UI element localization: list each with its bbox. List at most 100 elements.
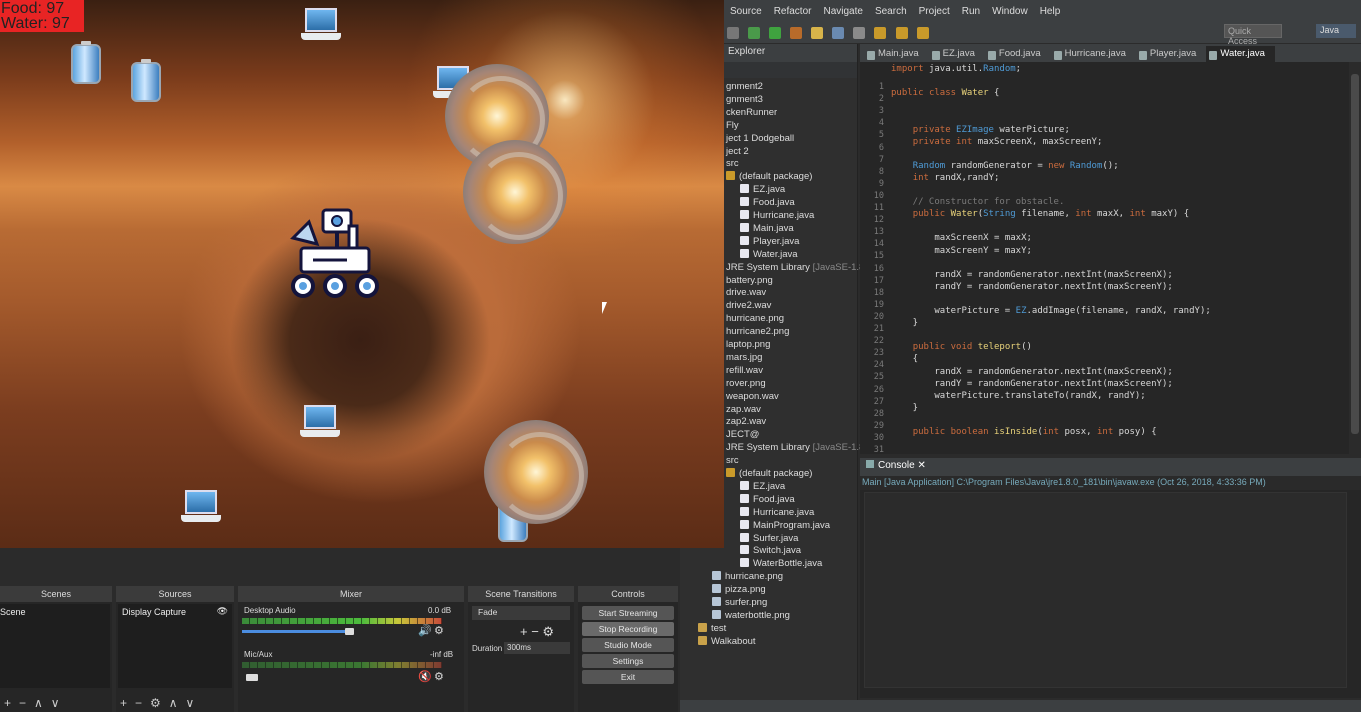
scrollbar-thumb[interactable] (1351, 74, 1359, 434)
menu-item-refactor[interactable]: Refactor (774, 6, 812, 17)
code-line[interactable]: public void teleport() (891, 342, 1032, 352)
tree-item[interactable]: surfer.png (712, 596, 767, 609)
eye-icon[interactable]: 👁 (217, 606, 228, 617)
tree-item[interactable]: hurricane2.png (726, 325, 789, 338)
code-line[interactable]: waterPicture.translateTo(randX, randY); (891, 391, 1145, 401)
tree-item[interactable]: hurricane.png (712, 570, 783, 583)
tree-item[interactable]: rover.png (726, 377, 766, 390)
tree-item[interactable]: drive.wav (726, 286, 766, 299)
debug-icon[interactable] (748, 27, 761, 39)
duration-input[interactable]: 300ms (504, 642, 570, 654)
tree-item[interactable]: Hurricane.java (740, 506, 814, 519)
back-arrow-icon[interactable] (895, 27, 908, 39)
tree-item[interactable]: refill.wav (726, 364, 763, 377)
code-line[interactable]: private int maxScreenX, maxScreenY; (891, 137, 1103, 147)
console-output[interactable] (864, 492, 1347, 688)
menu-item-project[interactable]: Project (919, 6, 950, 17)
desktop-audio-fader-knob[interactable] (344, 628, 354, 635)
code-line[interactable]: waterPicture = EZ.addImage(filename, ran… (891, 306, 1210, 316)
tree-item[interactable]: JRE System Library [JavaSE-1.8] (726, 261, 867, 274)
tree-item[interactable]: Food.java (740, 196, 795, 209)
open-type-icon[interactable] (811, 27, 824, 39)
tree-item[interactable]: gnment2 (726, 80, 763, 93)
tree-item[interactable]: zap2.wav (726, 415, 766, 428)
code-line[interactable]: Random randomGenerator = new Random(); (891, 161, 1119, 171)
tree-item[interactable]: drive2.wav (726, 299, 771, 312)
source-item[interactable]: Display Capture 👁 (118, 604, 232, 620)
tree-item[interactable]: Main.java (740, 222, 794, 235)
editor-scrollbar[interactable] (1349, 62, 1361, 454)
tree-item[interactable]: Water.java (740, 248, 798, 261)
game-window[interactable]: Food: 97 Water: 97 (0, 0, 724, 548)
tree-item[interactable]: Player.java (740, 235, 799, 248)
tab-food-java[interactable]: Food.java (985, 46, 1051, 62)
menu-item-search[interactable]: Search (875, 6, 907, 17)
tree-item[interactable]: Surfer.java (740, 532, 798, 545)
toggle-icon[interactable] (853, 27, 866, 39)
settings-button[interactable]: Settings (582, 654, 674, 668)
code-line[interactable]: // Constructor for obstacle. (891, 197, 1065, 207)
tree-item[interactable]: ckenRunner (726, 106, 777, 119)
tree-item[interactable]: hurricane.png (726, 312, 784, 325)
tree-item[interactable]: Food.java (740, 493, 795, 506)
code-line[interactable]: } (891, 318, 918, 328)
code-line[interactable]: public class Water { (891, 88, 999, 98)
scene-item[interactable]: Scene (0, 604, 110, 620)
code-line[interactable]: private EZImage waterPicture; (891, 125, 1070, 135)
tree-item[interactable]: pizza.png (712, 583, 766, 596)
code-line[interactable]: public boolean isInside(int posx, int po… (891, 427, 1157, 437)
code-line[interactable]: public Water(String filename, int maxX, … (891, 209, 1189, 219)
run-icon[interactable] (769, 27, 782, 39)
tab-player-java[interactable]: Player.java (1136, 46, 1206, 62)
menu-item-run[interactable]: Run (962, 6, 980, 17)
start-streaming-button[interactable]: Start Streaming (582, 606, 674, 620)
annotation-icon[interactable] (874, 27, 887, 39)
tree-item[interactable]: EZ.java (740, 480, 785, 493)
code-line[interactable]: maxScreenX = maxX; (891, 233, 1032, 243)
tree-item[interactable]: zap.wav (726, 403, 761, 416)
desktop-audio-fader[interactable] (242, 630, 345, 633)
quick-access-field[interactable]: Quick Access (1224, 24, 1282, 46)
studio-mode-button[interactable]: Studio Mode (582, 638, 674, 652)
tree-item[interactable]: ject 1 Dodgeball (726, 132, 794, 145)
tree-item[interactable]: src (726, 454, 739, 467)
tree-item[interactable]: WaterBottle.java (740, 557, 822, 570)
code-line[interactable]: randY = randomGenerator.nextInt(maxScree… (891, 282, 1172, 292)
save-icon[interactable] (727, 27, 739, 39)
java-perspective-button[interactable]: Java (1316, 24, 1356, 38)
tab-hurricane-java[interactable]: Hurricane.java (1051, 46, 1136, 62)
menu-item-help[interactable]: Help (1040, 6, 1061, 17)
tree-item[interactable]: EZ.java (740, 183, 785, 196)
tree-item[interactable]: JECT@ (726, 428, 759, 441)
code-line[interactable]: { (891, 354, 918, 364)
console-tab[interactable]: Console ✕ (860, 458, 1361, 476)
new-class-icon[interactable] (790, 27, 803, 39)
transition-actions[interactable]: + − ⚙ (520, 624, 554, 640)
code-line[interactable]: } (891, 403, 918, 413)
tab-water-java[interactable]: Water.java (1206, 46, 1275, 62)
tree-item[interactable]: Walkabout (698, 635, 756, 648)
search-icon[interactable] (832, 27, 845, 39)
tree-item[interactable]: battery.png (726, 274, 773, 287)
transition-select[interactable]: Fade (472, 606, 570, 620)
tree-item[interactable]: gnment3 (726, 93, 763, 106)
gear-icon[interactable]: ⚙ (434, 670, 444, 683)
close-icon[interactable]: ✕ (917, 460, 925, 471)
tree-item[interactable]: ject 2 (726, 145, 749, 158)
tree-item[interactable]: (default package) (726, 467, 812, 480)
gear-icon[interactable]: ⚙ (434, 624, 444, 637)
code-line[interactable]: randX = randomGenerator.nextInt(maxScree… (891, 367, 1172, 377)
code-line[interactable]: randY = randomGenerator.nextInt(maxScree… (891, 379, 1172, 389)
muted-speaker-icon[interactable]: 🔇 (418, 670, 432, 683)
tree-item[interactable]: waterbottle.png (712, 609, 790, 622)
tree-item[interactable]: MainProgram.java (740, 519, 830, 532)
mic-aux-fader-knob[interactable] (246, 674, 258, 681)
code-line[interactable]: maxScreenY = maxY; (891, 246, 1032, 256)
tree-item[interactable]: mars.jpg (726, 351, 762, 364)
speaker-icon[interactable]: 🔊 (418, 624, 432, 637)
tree-item[interactable]: laptop.png (726, 338, 770, 351)
tree-item[interactable]: Switch.java (740, 544, 801, 557)
scene-actions[interactable]: +−∧∨ (4, 696, 68, 710)
tree-item[interactable]: Fly (726, 119, 739, 132)
tab-main-java[interactable]: Main.java (864, 46, 929, 62)
